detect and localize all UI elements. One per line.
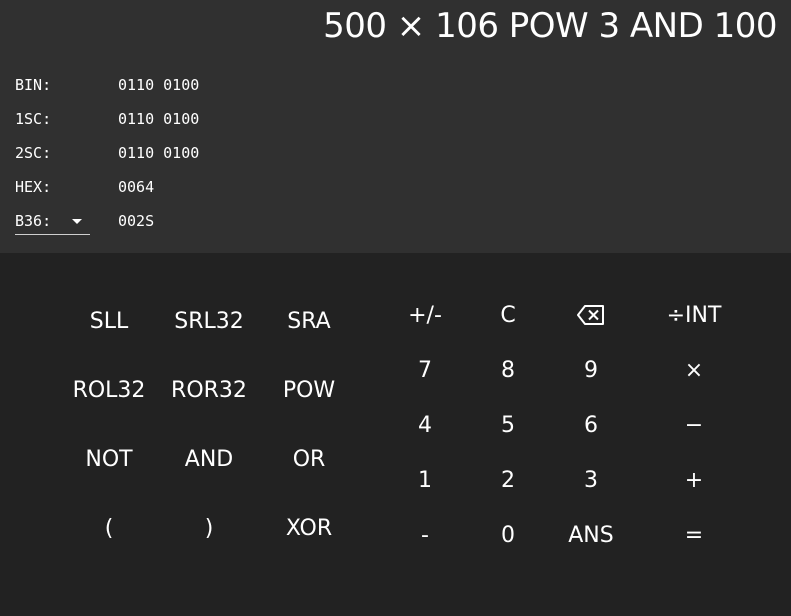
minus-button[interactable]: − — [659, 403, 729, 447]
one-button[interactable]: 1 — [390, 458, 460, 502]
close-paren-button[interactable]: ) — [164, 506, 254, 550]
clear-button[interactable]: C — [473, 293, 543, 337]
equals-button[interactable]: = — [659, 513, 729, 557]
sra-button[interactable]: SRA — [264, 299, 354, 343]
base-select-dropdown[interactable]: B36: — [15, 210, 90, 235]
twos-complement-value: 0110 0100 — [118, 144, 200, 162]
dropdown-arrow-icon — [72, 219, 82, 224]
multiply-button[interactable]: × — [659, 348, 729, 392]
and-button[interactable]: AND — [164, 437, 254, 481]
rol32-button[interactable]: ROL32 — [64, 368, 154, 412]
sll-button[interactable]: SLL — [64, 299, 154, 343]
display-panel: 500 × 106 POW 3 AND 100 BIN: 0110 0100 1… — [0, 0, 791, 253]
ones-complement-label: 1SC: — [15, 110, 52, 128]
nine-button[interactable]: 9 — [556, 348, 626, 392]
bin-value: 0110 0100 — [118, 76, 200, 94]
bin-label: BIN: — [15, 76, 52, 94]
four-button[interactable]: 4 — [390, 403, 460, 447]
twos-complement-label: 2SC: — [15, 144, 52, 162]
hex-value: 0064 — [118, 178, 155, 196]
ror32-button[interactable]: ROR32 — [164, 368, 254, 412]
backspace-button[interactable] — [556, 293, 626, 337]
open-paren-button[interactable]: ( — [64, 506, 154, 550]
seven-button[interactable]: 7 — [390, 348, 460, 392]
zero-button[interactable]: 0 — [473, 513, 543, 557]
eight-button[interactable]: 8 — [473, 348, 543, 392]
negate-button[interactable]: +/- — [390, 293, 460, 337]
ans-button[interactable]: ANS — [556, 513, 626, 557]
not-button[interactable]: NOT — [64, 437, 154, 481]
base-select-value: 002S — [118, 212, 155, 230]
base-select-label: B36: — [15, 212, 52, 230]
pow-button[interactable]: POW — [264, 368, 354, 412]
dash-button[interactable]: - — [390, 513, 460, 557]
plus-button[interactable]: + — [659, 458, 729, 502]
divide-int-button[interactable]: ÷INT — [659, 293, 729, 337]
two-button[interactable]: 2 — [473, 458, 543, 502]
hex-label: HEX: — [15, 178, 52, 196]
backspace-icon — [577, 305, 604, 325]
srl32-button[interactable]: SRL32 — [164, 299, 254, 343]
xor-button[interactable]: XOR — [264, 506, 354, 550]
three-button[interactable]: 3 — [556, 458, 626, 502]
expression-display: 500 × 106 POW 3 AND 100 — [323, 6, 777, 46]
six-button[interactable]: 6 — [556, 403, 626, 447]
ones-complement-value: 0110 0100 — [118, 110, 200, 128]
five-button[interactable]: 5 — [473, 403, 543, 447]
or-button[interactable]: OR — [264, 437, 354, 481]
